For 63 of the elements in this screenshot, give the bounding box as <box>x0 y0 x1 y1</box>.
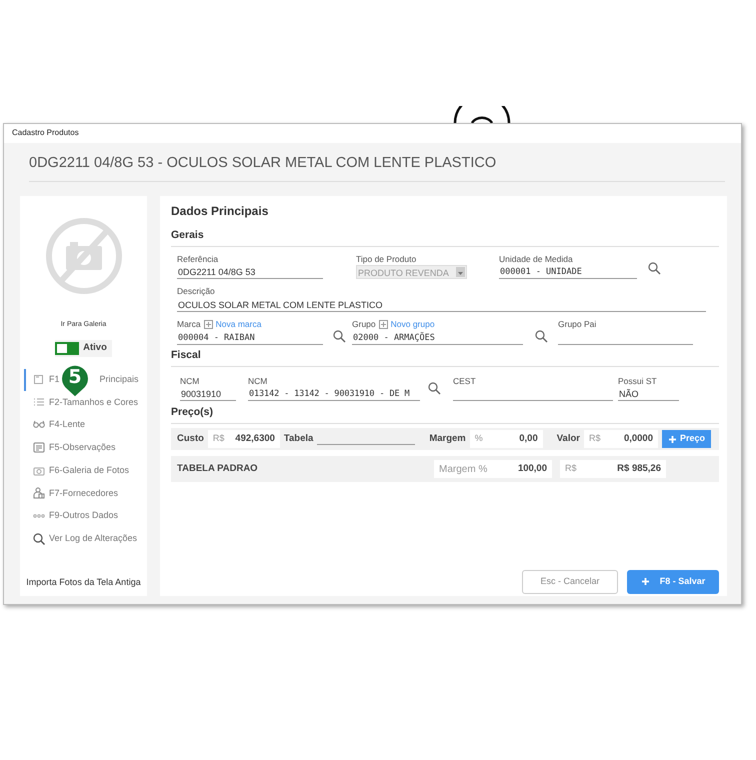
field-label: Referência <box>177 252 218 266</box>
price-field[interactable]: R$ R$ 985,26 <box>560 460 666 478</box>
input-field[interactable]: 0DG2211 04/8G 53 <box>177 265 323 280</box>
field-label: Descrição <box>177 285 215 298</box>
document-icon <box>33 374 45 386</box>
margin-field[interactable]: Margem % 100,00 <box>434 460 552 478</box>
sidebar-item[interactable]: Ver Log de Alterações <box>24 527 147 550</box>
window-title: Cadastro Produtos <box>4 124 741 143</box>
marker-label: 5 <box>67 366 83 388</box>
section-title: Gerais <box>171 228 719 246</box>
field-label: Tabela <box>284 432 314 446</box>
input-field[interactable]: OCULOS SOLAR METAL COM LENTE PLASTICO <box>177 298 706 312</box>
field-label: Marca <box>177 318 201 331</box>
sidebar-item[interactable]: F4-Lente <box>24 414 147 437</box>
section-heading: Dados Principais <box>171 202 270 220</box>
sidebar-item[interactable]: F9-Outros Dados <box>24 504 147 528</box>
plus-icon <box>640 577 650 586</box>
field-label: NCM <box>180 374 200 388</box>
field-label: Custo <box>177 432 204 446</box>
sidebar-item[interactable]: F2-Tamanhos e Cores <box>24 391 147 414</box>
sidebar-item[interactable]: F6-Galeria de Fotos <box>24 459 147 482</box>
search-icon[interactable] <box>333 330 346 343</box>
camera-icon <box>33 464 45 477</box>
field-label: Valor <box>556 432 580 446</box>
field-label: Grupo <box>352 318 376 331</box>
note-icon <box>33 442 45 454</box>
input-field[interactable]: NÃO <box>618 387 679 402</box>
price-field[interactable]: R$ 0,0000 <box>584 430 658 448</box>
product-title: 0DG2211 04/8G 53 - OCULOS SOLAR METAL COM LENTE PLASTICO <box>29 153 725 182</box>
import-link[interactable]: Importa Fotos da Tela Antiga <box>26 576 141 590</box>
field-label: Grupo Pai <box>558 318 596 331</box>
search-icon[interactable] <box>428 382 441 396</box>
price-field[interactable]: R$ 492,6300 <box>208 430 280 448</box>
section-title: Preço(s) <box>171 405 719 424</box>
input-field[interactable]: 02000 - ARMAÇÕES <box>352 330 523 345</box>
sidebar-item[interactable]: F5-Observações <box>24 436 147 460</box>
plus-icon <box>668 434 677 444</box>
search-icon[interactable] <box>648 262 661 276</box>
active-toggle[interactable]: Ativo <box>55 340 112 356</box>
people-icon <box>33 487 45 500</box>
search-icon[interactable] <box>535 330 548 343</box>
field-label: Possui ST <box>618 374 657 388</box>
field-label: Unidade de Medida <box>499 252 573 266</box>
input-field[interactable]: 000004 - RAIBAN <box>177 330 323 345</box>
caret-icon <box>458 272 463 275</box>
input-field[interactable]: 013142 - 13142 - 90031910 - DE M <box>248 387 420 402</box>
input-field[interactable]: 000001 - UNIDADE <box>499 265 637 280</box>
circle-icon <box>452 106 512 123</box>
cancel-button[interactable]: Esc - Cancelar <box>522 570 618 594</box>
plus-icon[interactable] <box>204 320 213 329</box>
sidebar-item[interactable]: F7-Fornecedores <box>24 482 147 505</box>
search-icon <box>33 532 45 545</box>
input-field[interactable]: 90031910 <box>180 387 236 402</box>
field-label: Margem <box>429 432 466 446</box>
plus-icon[interactable] <box>378 320 388 329</box>
field-label: CEST <box>453 374 476 388</box>
margin-field[interactable]: % 0,00 <box>470 430 543 448</box>
field-label: NCM <box>248 374 268 388</box>
table-name: TABELA PADRAO <box>177 462 258 476</box>
no-photo-icon <box>44 216 124 296</box>
field-label: Tipo de Produto <box>356 252 416 266</box>
sidebar-item-text: Principais <box>100 373 139 386</box>
section-title: Fiscal <box>171 348 719 366</box>
